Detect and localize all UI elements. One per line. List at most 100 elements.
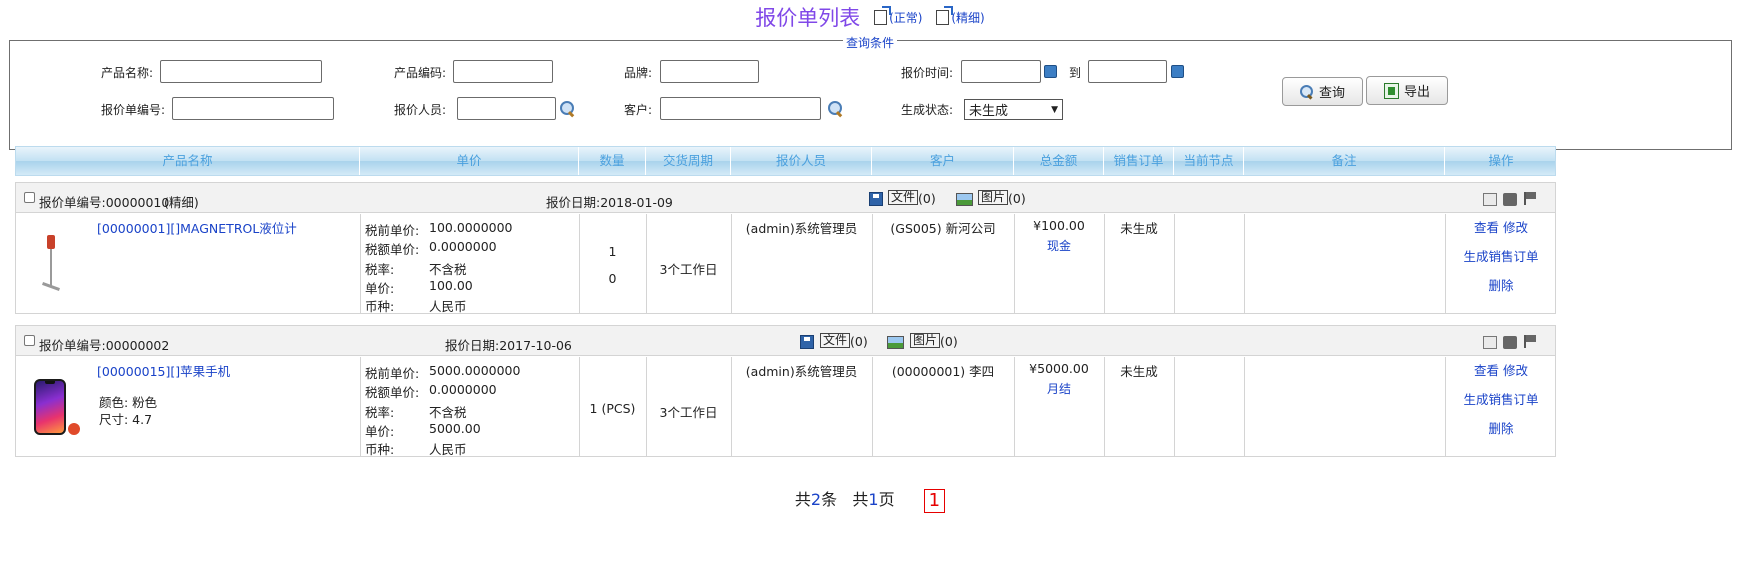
delete-link[interactable]: 删除: [1441, 418, 1561, 437]
col-divider: [1244, 357, 1245, 456]
price-key: 税额单价:: [365, 242, 420, 257]
delete-link[interactable]: 删除: [1441, 275, 1561, 294]
product-image[interactable]: [34, 379, 66, 435]
file-button[interactable]: 文件: [820, 333, 851, 348]
file-count-link[interactable]: (0): [918, 191, 936, 206]
product-name-label: 产品名称:: [101, 66, 154, 80]
price-value: 0.0000000: [429, 382, 497, 397]
detail-view-link[interactable]: (精细): [936, 5, 985, 25]
export-button-label: 导出: [1403, 85, 1430, 100]
quote-date: 报价日期:2018-01-09: [546, 195, 673, 210]
price-value: 人民币: [429, 299, 467, 314]
page-title-bar: 报价单列表 (正常) (精细): [0, 2, 1740, 32]
edit-link[interactable]: 修改: [1503, 363, 1528, 378]
brand-input[interactable]: [660, 60, 759, 83]
gen-status-select[interactable]: 未生成 ▼: [964, 99, 1063, 120]
delivery-cycle: 3个工作日: [659, 262, 718, 277]
quantity-value: 1 (PCS): [589, 401, 636, 416]
flag-icon[interactable]: [1524, 335, 1538, 348]
flag-icon[interactable]: [1524, 192, 1538, 205]
product-link[interactable]: [00000001][]MAGNETROL液位计: [97, 218, 297, 237]
print-icon[interactable]: [1503, 193, 1517, 206]
price-key: 币种:: [365, 299, 395, 314]
price-value: 人民币: [429, 442, 467, 457]
delivery-cycle: 3个工作日: [659, 405, 718, 420]
quote-time-start-input[interactable]: [961, 60, 1041, 83]
view-link[interactable]: 查看: [1474, 363, 1499, 378]
normal-view-link[interactable]: (正常): [874, 5, 923, 25]
price-key: 税额单价:: [365, 385, 420, 400]
price-key: 税前单价:: [365, 366, 420, 381]
search-button[interactable]: 查询: [1282, 77, 1363, 106]
view-edit-links: 查看 修改: [1441, 360, 1561, 379]
col-divider: [1244, 214, 1245, 313]
total-amount: ¥5000.00: [1029, 361, 1089, 376]
header-total: 总金额: [1014, 147, 1104, 175]
image-count-link[interactable]: (0): [1008, 191, 1026, 206]
header-unit-price: 单价: [360, 147, 579, 175]
quote-checkbox[interactable]: [24, 335, 35, 346]
quote-checkbox[interactable]: [24, 192, 35, 203]
customer-lookup-icon[interactable]: [828, 101, 843, 116]
query-fieldset: [9, 40, 1732, 150]
dropdown-arrow-icon: ▼: [1051, 104, 1058, 115]
price-value: 0.0000000: [429, 239, 497, 254]
image-count-link[interactable]: (0): [940, 334, 958, 349]
save-icon[interactable]: [869, 192, 883, 206]
calendar-icon[interactable]: [1044, 65, 1057, 78]
header-quantity: 数量: [579, 147, 646, 175]
calendar-icon[interactable]: [1171, 65, 1184, 78]
gen-status-value: 未生成: [969, 104, 1009, 119]
header-actions: 操作: [1488, 153, 1514, 168]
quote-time-end-input[interactable]: [1088, 60, 1167, 83]
table-header: 产品名称 单价 数量 交货周期 报价人员 客户 总金额 销售订单 当前节点 备注…: [15, 146, 1556, 176]
quote-header-row: 报价单编号:00000002 报价日期:2017-10-06 文件 (0) 图片…: [16, 326, 1555, 356]
product-image[interactable]: [36, 235, 66, 291]
quote-date: 报价日期:2017-10-06: [445, 338, 572, 353]
price-value: 5000.0000000: [429, 363, 521, 378]
sales-order-status: 未生成: [1120, 221, 1158, 236]
edit-link[interactable]: 修改: [1503, 220, 1528, 235]
payment-method-link[interactable]: 月结: [1014, 380, 1104, 397]
file-button[interactable]: 文件: [888, 190, 919, 205]
quote-no-input[interactable]: [172, 97, 334, 120]
product-attr-size: 尺寸: 4.7: [99, 412, 153, 427]
generate-order-link[interactable]: 生成销售订单: [1441, 246, 1561, 265]
page-number-current[interactable]: 1: [923, 488, 946, 513]
col-divider: [360, 357, 361, 456]
save-icon[interactable]: [800, 335, 814, 349]
price-key: 币种:: [365, 442, 395, 457]
image-icon[interactable]: [887, 336, 904, 349]
query-legend: 查询条件: [0, 34, 1740, 51]
header-quoter: 报价人员: [731, 147, 872, 175]
copy-icon[interactable]: [1483, 336, 1497, 349]
view-edit-links: 查看 修改: [1441, 217, 1561, 236]
image-icon[interactable]: [956, 193, 973, 206]
excel-icon: [1383, 82, 1399, 99]
quoter-input[interactable]: [457, 97, 556, 120]
image-button[interactable]: 图片: [910, 333, 941, 348]
brand-label: 品牌:: [624, 66, 653, 80]
quoter-lookup-icon[interactable]: [560, 101, 575, 116]
export-doc-icon: [874, 5, 892, 25]
generate-order-link[interactable]: 生成销售订单: [1441, 389, 1561, 408]
product-link[interactable]: [00000015][]苹果手机: [97, 361, 230, 380]
product-code-label: 产品编码:: [394, 66, 447, 80]
quoter-value: (admin)系统管理员: [745, 221, 858, 236]
to-label: 到: [1069, 66, 1082, 80]
normal-view-label: (正常): [889, 10, 923, 25]
col-divider: [1174, 357, 1175, 456]
header-customer: 客户: [872, 147, 1014, 175]
product-code-input[interactable]: [453, 60, 553, 83]
file-count-link[interactable]: (0): [850, 334, 868, 349]
image-button[interactable]: 图片: [978, 190, 1009, 205]
customer-input[interactable]: [660, 97, 821, 120]
copy-icon[interactable]: [1483, 193, 1497, 206]
view-link[interactable]: 查看: [1474, 220, 1499, 235]
export-button[interactable]: 导出: [1366, 76, 1448, 105]
pager-total-prefix: 共: [794, 490, 811, 509]
print-icon[interactable]: [1503, 336, 1517, 349]
payment-method-link[interactable]: 现金: [1014, 237, 1104, 254]
price-value: 100.00: [429, 278, 473, 293]
product-name-input[interactable]: [160, 60, 322, 83]
